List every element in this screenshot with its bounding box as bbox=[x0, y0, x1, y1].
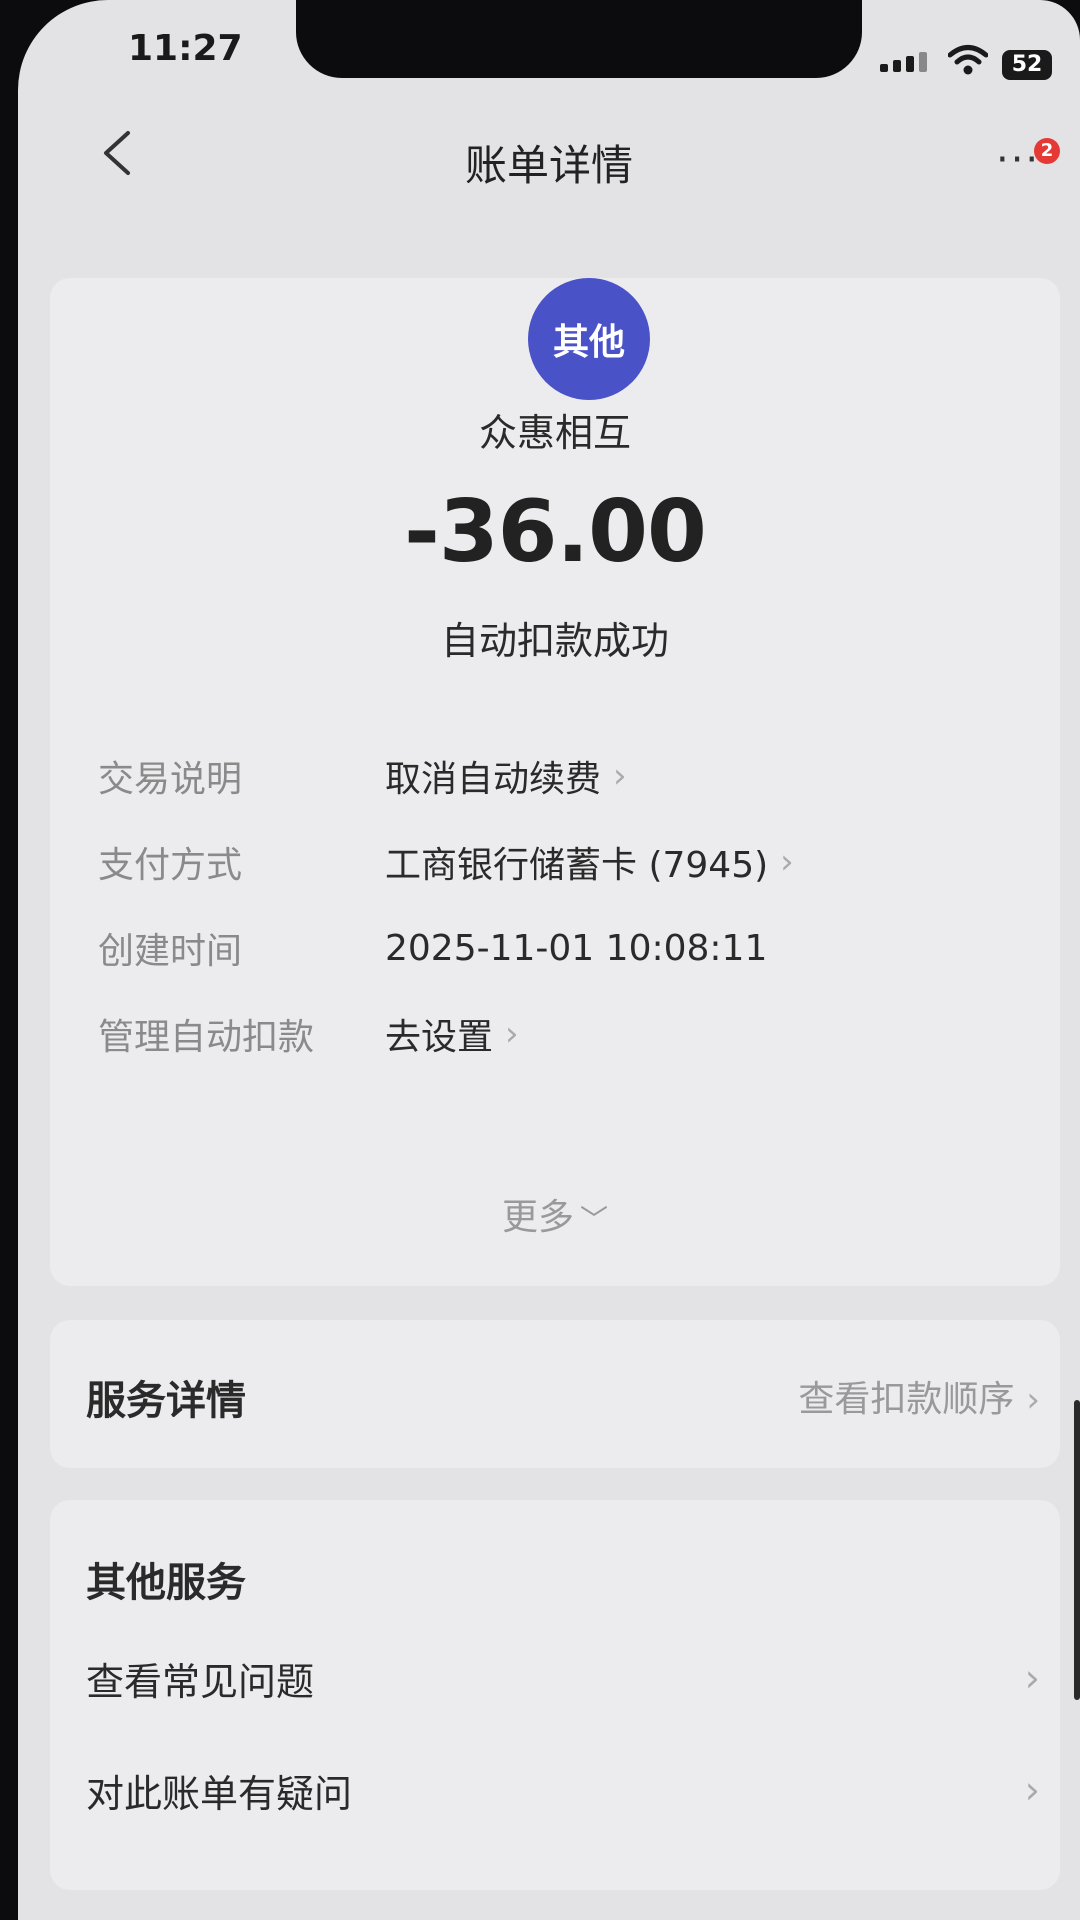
status-time: 11:27 bbox=[128, 28, 243, 69]
scrollbar[interactable] bbox=[1074, 1400, 1080, 1700]
list-item-label: 查看常见问题 bbox=[86, 1659, 315, 1704]
detail-label: 交易说明 bbox=[98, 759, 243, 800]
chevron-down-icon: ﹀ bbox=[580, 1203, 609, 1236]
chevron-right-icon: › bbox=[1024, 1768, 1040, 1812]
chevron-right-icon: › bbox=[1026, 1380, 1040, 1420]
chevron-right-icon: › bbox=[1024, 1656, 1040, 1700]
other-services-card: 其他服务 查看常见问题 › 对此账单有疑问 › bbox=[50, 1500, 1060, 1890]
deduction-order-label: 查看扣款顺序 bbox=[798, 1379, 1015, 1420]
service-title: 服务详情 bbox=[86, 1378, 246, 1424]
more-label: 更多 bbox=[501, 1197, 574, 1238]
detail-row-manage-autopay[interactable]: 管理自动扣款 去设置 › bbox=[98, 1006, 1020, 1062]
bill-amount: -36.00 bbox=[404, 482, 707, 582]
category-avatar: 其他 bbox=[528, 278, 650, 400]
detail-row-created-time: 创建时间 2025-11-01 10:08:11 bbox=[98, 920, 1020, 976]
chevron-right-icon: › bbox=[613, 756, 627, 796]
other-services-title: 其他服务 bbox=[86, 1560, 246, 1606]
detail-value: 2025-11-01 10:08:11 bbox=[385, 927, 768, 969]
list-item-bill-question[interactable]: 对此账单有疑问 › bbox=[86, 1760, 1040, 1820]
detail-row-description[interactable]: 交易说明 取消自动续费 › bbox=[98, 748, 1020, 804]
detail-label: 支付方式 bbox=[98, 845, 243, 886]
chevron-right-icon: › bbox=[505, 1014, 519, 1054]
detail-value: 工商银行储蓄卡 (7945) bbox=[385, 845, 769, 886]
bill-status: 自动扣款成功 bbox=[440, 619, 669, 663]
phone-screen: 11:27 52 账单详情 ··· 2 其他 众惠相互 -36.00 自动扣款成… bbox=[18, 0, 1080, 1920]
cellular-signal-icon bbox=[880, 52, 927, 72]
detail-value: 取消自动续费 bbox=[385, 759, 602, 800]
chevron-right-icon: › bbox=[780, 842, 794, 882]
wifi-icon bbox=[948, 45, 988, 75]
battery-icon: 52 bbox=[1002, 50, 1052, 80]
merchant-name: 众惠相互 bbox=[478, 411, 631, 455]
detail-value: 去设置 bbox=[385, 1017, 494, 1058]
detail-label: 管理自动扣款 bbox=[98, 1017, 315, 1058]
notification-badge: 2 bbox=[1034, 138, 1060, 164]
bill-card: 其他 众惠相互 -36.00 自动扣款成功 交易说明 取消自动续费 › 支付方式 … bbox=[50, 278, 1060, 1286]
more-toggle[interactable]: 更多 ﹀ bbox=[50, 1188, 1060, 1240]
list-item-faq[interactable]: 查看常见问题 › bbox=[86, 1648, 1040, 1708]
camera-notch bbox=[296, 0, 862, 78]
detail-label: 创建时间 bbox=[98, 931, 243, 972]
page-title: 账单详情 bbox=[464, 141, 633, 190]
service-card: 服务详情 查看扣款顺序 › bbox=[50, 1320, 1060, 1468]
detail-row-payment-method[interactable]: 支付方式 工商银行储蓄卡 (7945) › bbox=[98, 834, 1020, 890]
deduction-order-link[interactable]: 查看扣款顺序 › bbox=[798, 1370, 1040, 1422]
list-item-label: 对此账单有疑问 bbox=[86, 1771, 353, 1816]
